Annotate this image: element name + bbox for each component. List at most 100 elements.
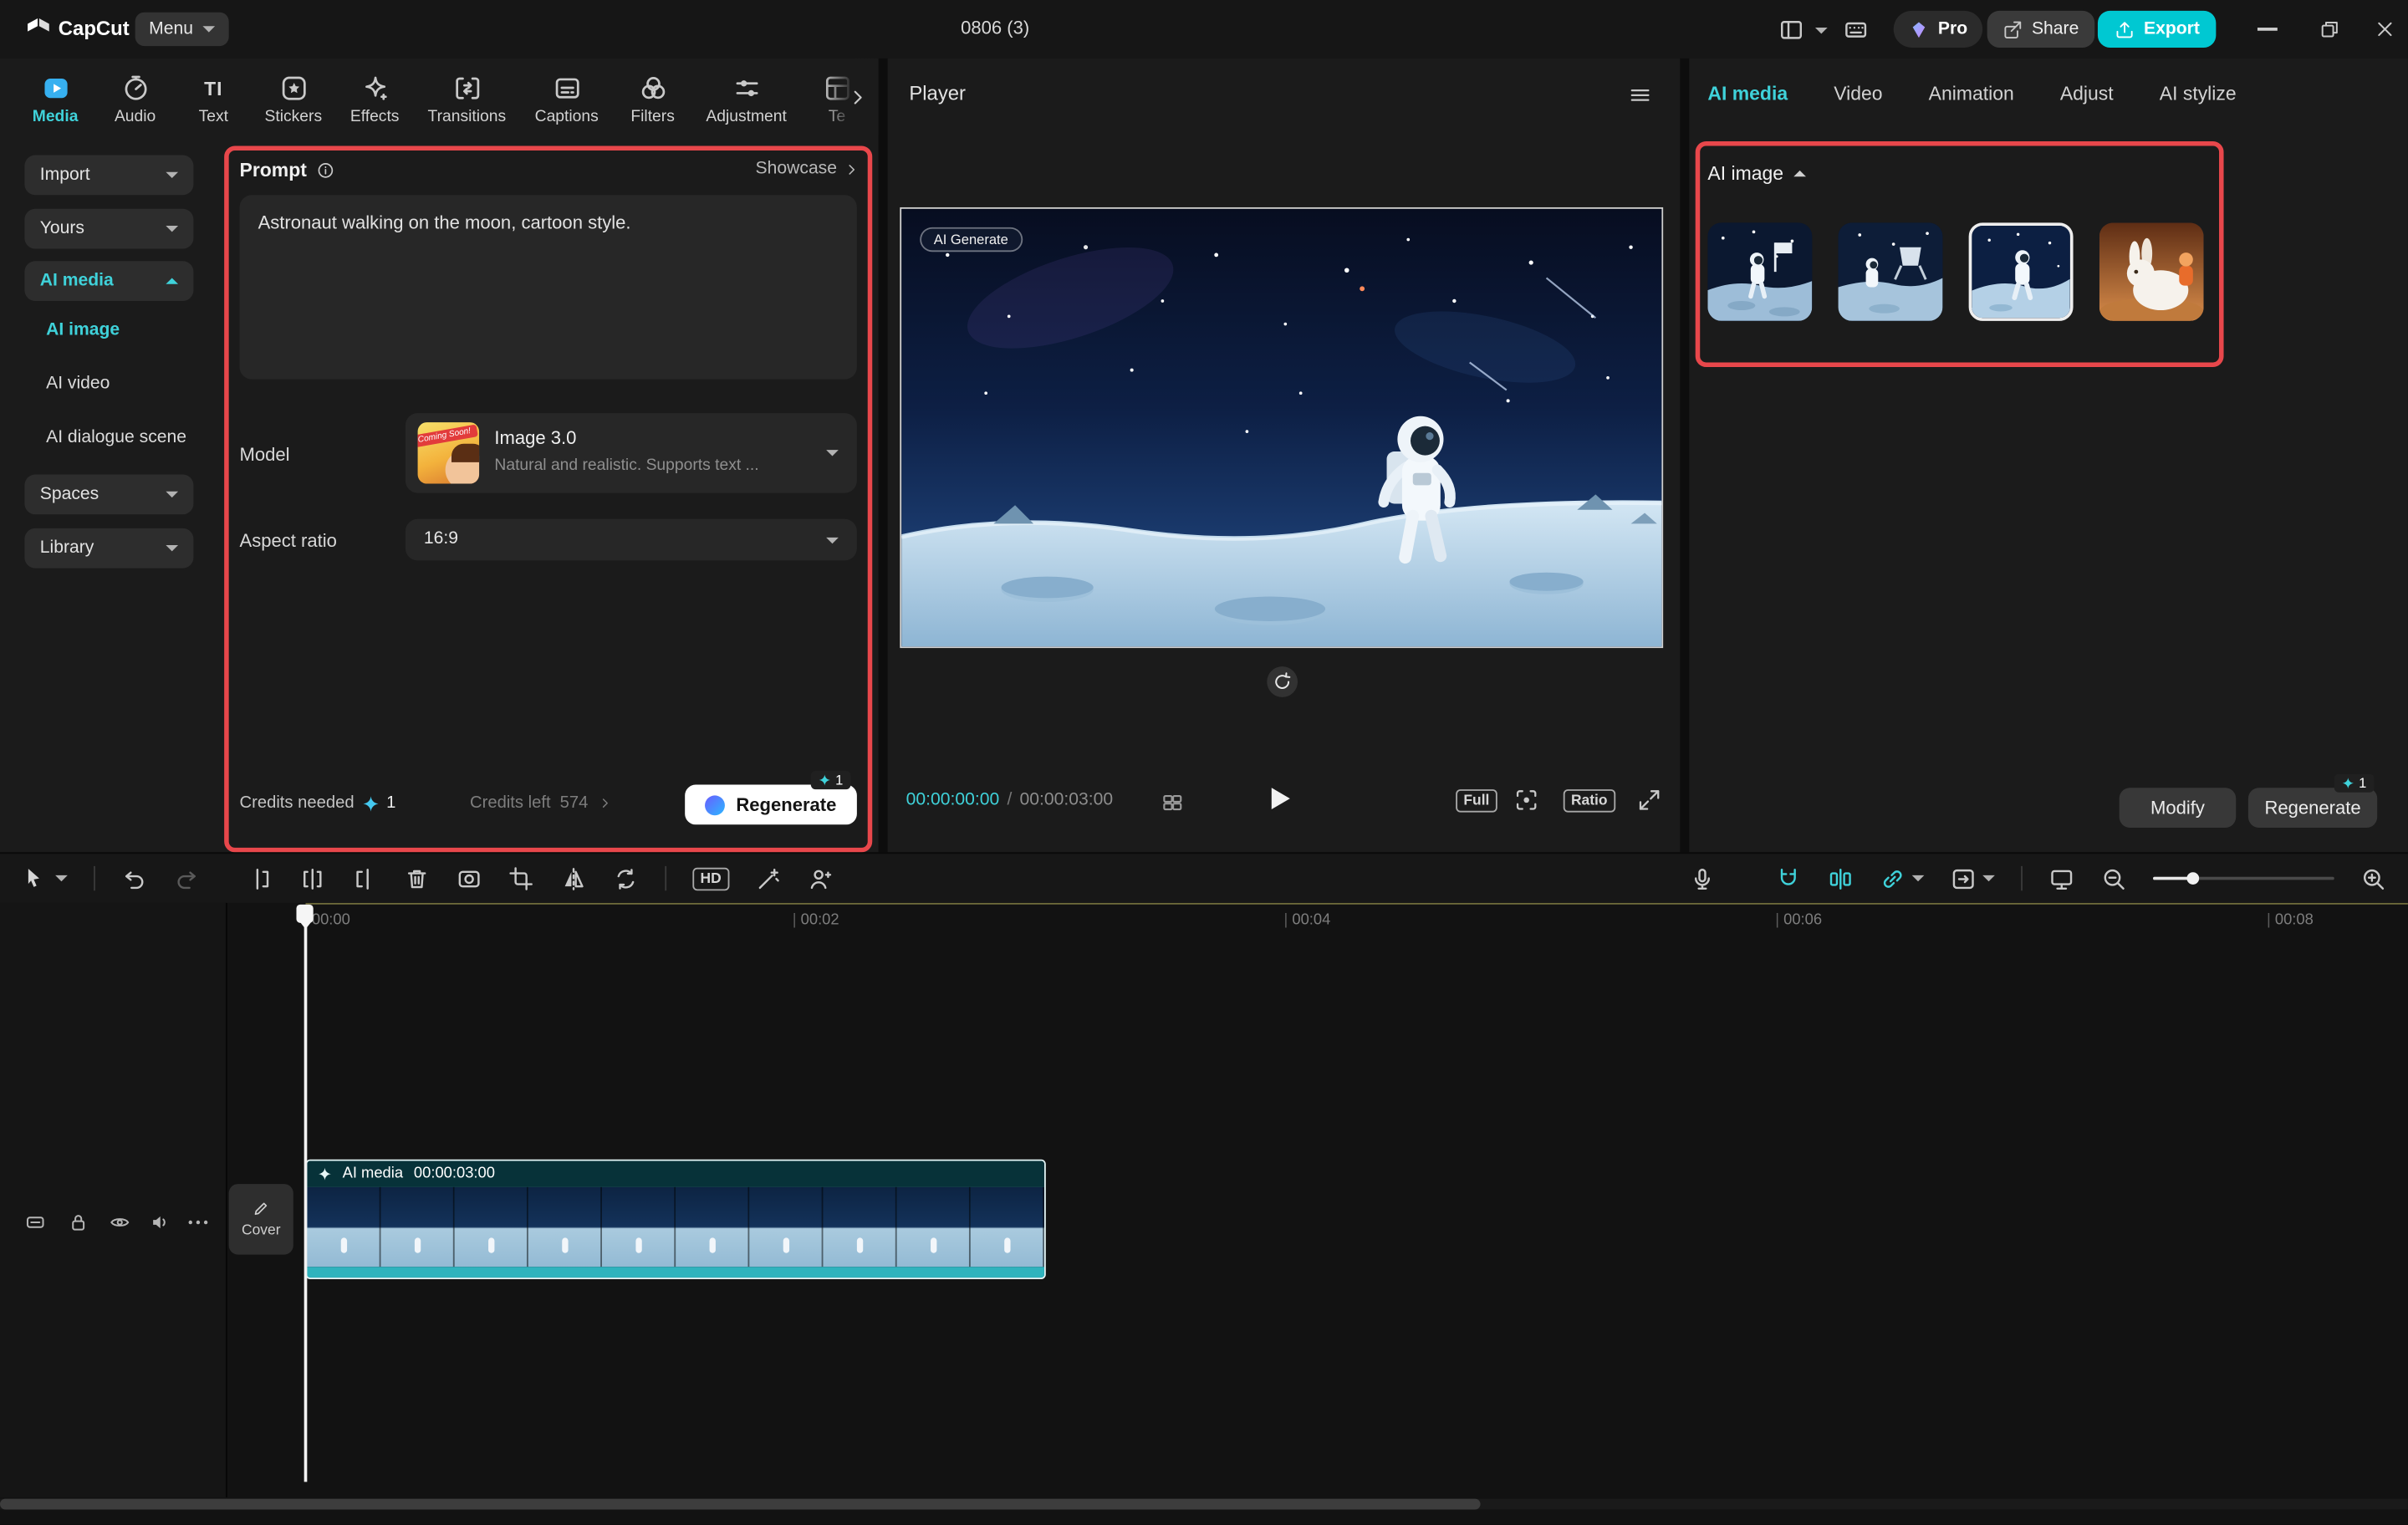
tab-text[interactable]: Text [175,59,252,135]
ai-image-section-header[interactable]: AI image [1707,163,1806,185]
timeline-zoom-slider[interactable] [2153,868,2334,890]
playhead-line[interactable] [304,921,307,1482]
character-icon[interactable] [808,865,834,891]
magnet-snap-icon[interactable] [1775,865,1801,891]
redo-icon[interactable] [174,865,200,891]
showcase-link[interactable]: Showcase [645,160,860,178]
minimize-button[interactable] [2258,28,2278,30]
hide-track-icon[interactable] [109,1211,130,1233]
player-title: Player [909,81,966,105]
replace-icon[interactable] [613,865,639,891]
split-right-icon[interactable] [352,865,378,891]
scrollbar-thumb[interactable] [0,1499,1481,1510]
credits-left[interactable]: Credits left 574 [470,794,613,813]
tab-video[interactable]: Video [1834,83,1882,105]
crop-icon[interactable] [508,865,534,891]
tab-media[interactable]: Media [15,59,95,135]
chevron-right-icon [843,161,860,177]
split-icon[interactable] [299,865,325,891]
mask-icon[interactable] [456,865,482,891]
export-button[interactable]: Export [2098,11,2217,48]
tab-ai-media[interactable]: AI media [1707,83,1788,105]
focus-icon[interactable] [1514,788,1538,812]
tab-audio[interactable]: Audio [95,59,176,135]
tab-adjust[interactable]: Adjust [2060,83,2114,105]
sidebar-item-spaces[interactable]: Spaces [24,475,193,515]
rotate-handle[interactable] [1267,666,1298,697]
model-dropdown[interactable]: Coming Soon! Image 3.0 Natural and reali… [406,413,857,493]
audio-icon [120,74,150,103]
close-button[interactable] [2375,18,2396,40]
share-button[interactable]: Share [1987,11,2094,48]
ai-image-thumb-4[interactable] [2099,222,2204,321]
tab-captions[interactable]: Captions [519,59,615,135]
tab-filters[interactable]: Filters [615,59,691,135]
preview-quality-icon[interactable] [2048,865,2074,891]
frame-view-icon[interactable] [1161,791,1185,814]
ratio-toggle[interactable]: Ratio [1564,789,1615,813]
chevron-down-icon[interactable] [1815,28,1828,33]
playhead-handle[interactable] [296,905,313,923]
ai-image-thumb-2[interactable] [1839,222,1943,321]
tab-adjustment[interactable]: Adjustment [691,59,802,135]
maximize-button[interactable] [2319,18,2340,40]
sidebar-item-library[interactable]: Library [24,528,193,569]
track-options-control[interactable] [1951,865,1995,891]
keyboard-shortcuts-icon[interactable] [1843,17,1869,43]
tab-effects[interactable]: Effects [334,59,415,135]
preview-axis-icon[interactable] [1828,865,1854,891]
clip-label: AI media [343,1165,403,1182]
chevron-down-icon [1912,875,1925,881]
main-track-icon[interactable] [24,1211,46,1233]
timeline-clip-ai-media[interactable]: AI media 00:00:03:00 [306,1160,1046,1279]
pro-button[interactable]: Pro [1894,11,1983,48]
export-icon [2115,19,2135,39]
lock-track-icon[interactable] [68,1211,89,1233]
mirror-icon[interactable] [560,865,586,891]
video-preview[interactable]: AI Generate [900,207,1663,648]
sidebar-item-yours[interactable]: Yours [24,209,193,249]
sidebar-item-ai-video[interactable]: AI video [46,371,110,395]
chevron-down-icon [826,450,839,456]
sidebar-item-ai-media[interactable]: AI media [24,261,193,301]
mute-track-icon[interactable] [149,1211,171,1233]
zoom-out-icon[interactable] [2101,865,2127,891]
slider-knob[interactable] [2186,872,2199,885]
workspace-layout-icon[interactable] [1778,17,1804,43]
ai-image-thumb-1[interactable] [1707,222,1812,321]
tab-ai-stylize[interactable]: AI stylize [2160,83,2237,105]
tabstrip-more[interactable] [823,59,878,135]
sidebar-item-import[interactable]: Import [24,156,193,196]
delete-icon[interactable] [404,865,430,891]
regenerate-button-right[interactable]: Regenerate [2248,788,2377,828]
ai-generate-badge: AI Generate [920,227,1022,252]
enhance-wand-icon[interactable] [755,865,781,891]
play-button[interactable] [1272,788,1290,809]
tab-transitions[interactable]: Transitions [415,59,519,135]
undo-icon[interactable] [121,865,147,891]
aspect-ratio-dropdown[interactable]: 16:9 [406,519,857,561]
chevron-down-icon [166,226,178,232]
modify-button[interactable]: Modify [2120,788,2237,828]
sidebar-item-ai-dialogue-scene[interactable]: AI dialogue scene [46,426,186,450]
hd-button[interactable]: HD [692,867,729,890]
project-title: 0806 (3) [857,17,1134,38]
info-icon[interactable] [316,161,334,180]
cover-button[interactable]: Cover [229,1184,293,1254]
select-tool[interactable] [22,866,68,890]
track-more-icon[interactable] [187,1218,209,1227]
player-menu-icon[interactable] [1628,83,1652,107]
sidebar-item-ai-image[interactable]: AI image [46,318,120,342]
tab-stickers[interactable]: Stickers [252,59,334,135]
full-toggle[interactable]: Full [1456,789,1497,813]
zoom-in-icon[interactable] [2360,865,2386,891]
split-left-icon[interactable] [247,865,273,891]
fullscreen-icon[interactable] [1637,788,1661,812]
ai-image-thumb-3-selected[interactable] [1969,222,2074,321]
prompt-textarea[interactable]: Astronaut walking on the moon, cartoon s… [240,195,857,379]
menu-button[interactable]: Menu [135,13,229,46]
record-voiceover-icon[interactable] [1689,865,1715,891]
link-clips-control[interactable] [1880,865,1924,891]
tab-animation[interactable]: Animation [1929,83,2014,105]
regenerate-button[interactable]: Regenerate [685,785,857,825]
